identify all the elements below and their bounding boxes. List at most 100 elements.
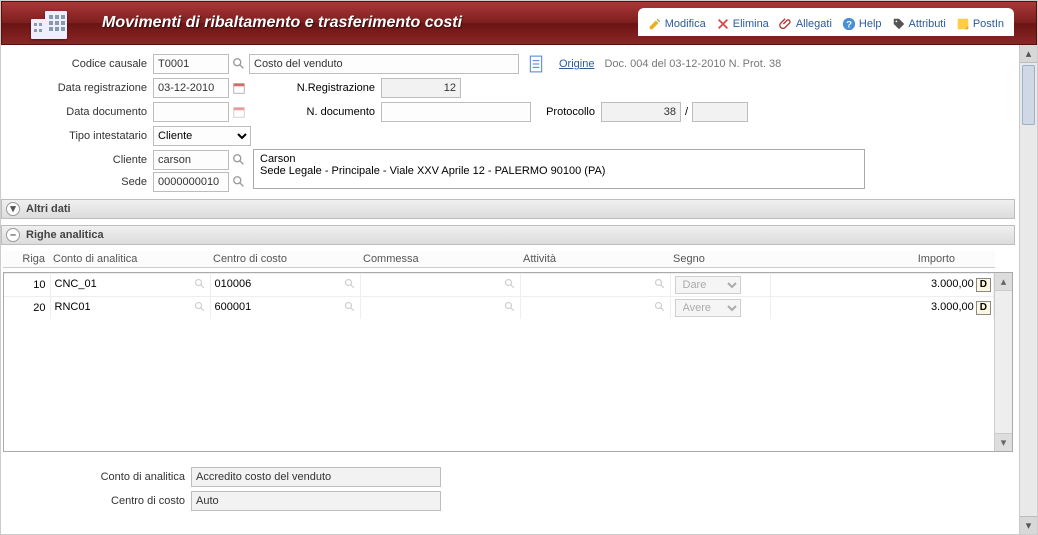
cell-attivita[interactable]: [520, 297, 670, 320]
svg-text:?: ?: [846, 20, 852, 31]
cell-riga: 10: [4, 274, 50, 297]
modifica-button[interactable]: Modifica: [648, 12, 706, 36]
app-logo: [2, 1, 96, 45]
cliente-field[interactable]: [153, 150, 229, 170]
segno-select[interactable]: Dare: [675, 276, 741, 294]
cell-segno[interactable]: Avere: [670, 297, 770, 320]
table-row[interactable]: 10CNC_01010006 Dare 3.000,00D: [4, 274, 994, 297]
col-conto: Conto di analitica: [49, 251, 209, 268]
table-row[interactable]: 20RNC01600001 Avere 3.000,00D: [4, 297, 994, 320]
search-icon[interactable]: [504, 278, 516, 293]
col-riga: Riga: [3, 251, 49, 268]
conto-analitica-label: Conto di analitica: [1, 471, 191, 483]
search-icon[interactable]: [229, 54, 249, 74]
cell-importo: 3.000,00D: [770, 297, 994, 320]
search-icon[interactable]: [344, 301, 356, 316]
protocollo-b: [692, 102, 748, 122]
pencil-icon: [648, 17, 662, 31]
grid-scrollbar[interactable]: ▴ ▾: [994, 273, 1012, 451]
tipo-int-select[interactable]: Cliente: [153, 126, 251, 146]
n-reg-label: N.Registrazione: [249, 82, 381, 94]
data-reg-field[interactable]: [153, 78, 229, 98]
delete-icon: [716, 17, 730, 31]
tipo-int-label: Tipo intestatario: [1, 130, 153, 142]
search-icon[interactable]: [654, 301, 666, 316]
cell-commessa[interactable]: [360, 297, 520, 320]
cell-centro[interactable]: 010006: [210, 274, 360, 297]
col-centro: Centro di costo: [209, 251, 359, 268]
centro-costo-label: Centro di costo: [1, 495, 191, 507]
note-icon: [956, 17, 970, 31]
attachment-icon: [779, 17, 793, 31]
cell-conto[interactable]: CNC_01: [50, 274, 210, 297]
origine-link[interactable]: Origine: [559, 58, 594, 70]
data-doc-field[interactable]: [153, 102, 229, 122]
collapse-icon[interactable]: –: [6, 228, 20, 242]
col-attivita: Attività: [519, 251, 669, 268]
search-icon[interactable]: [654, 278, 666, 293]
col-segno: Segno: [669, 251, 769, 268]
form-area: Codice causale Origine Doc. 004 del 03-1…: [1, 45, 1037, 520]
search-icon[interactable]: [344, 278, 356, 293]
search-icon[interactable]: [229, 172, 249, 192]
page-title: Movimenti di ribaltamento e trasferiment…: [96, 14, 462, 32]
codice-causale-desc[interactable]: [249, 54, 519, 74]
sede-label: Sede: [1, 176, 153, 188]
calendar-icon[interactable]: [229, 78, 249, 98]
toolbar: Modifica Elimina Allegati ?Help Attribut…: [638, 8, 1014, 36]
col-importo: Importo: [769, 251, 995, 268]
page-scrollbar[interactable]: ▴ ▾: [1019, 45, 1037, 534]
flag-d: D: [976, 278, 991, 292]
cell-importo: 3.000,00D: [770, 274, 994, 297]
cell-attivita[interactable]: [520, 274, 670, 297]
expand-icon[interactable]: ▾: [6, 202, 20, 216]
codice-causale-label: Codice causale: [1, 58, 153, 70]
section-altri-dati[interactable]: ▾ Altri dati: [1, 199, 1015, 219]
segno-select[interactable]: Avere: [675, 299, 741, 317]
document-icon[interactable]: [527, 55, 545, 73]
elimina-button[interactable]: Elimina: [716, 12, 769, 36]
cell-centro[interactable]: 600001: [210, 297, 360, 320]
centro-costo-value: [191, 491, 441, 511]
n-doc-field[interactable]: [381, 102, 531, 122]
data-doc-label: Data documento: [1, 106, 153, 118]
data-reg-label: Data registrazione: [1, 82, 153, 94]
n-doc-label: N. documento: [249, 106, 381, 118]
help-button[interactable]: ?Help: [842, 12, 882, 36]
conto-analitica-value: [191, 467, 441, 487]
scroll-up-icon[interactable]: ▴: [1020, 45, 1037, 63]
cell-segno[interactable]: Dare: [670, 274, 770, 297]
postin-button[interactable]: PostIn: [956, 12, 1004, 36]
n-reg-field: [381, 78, 461, 98]
cliente-desc-line2: Sede Legale - Principale - Viale XXV Apr…: [260, 165, 858, 177]
sede-field[interactable]: [153, 172, 229, 192]
section-righe[interactable]: – Righe analitica: [1, 225, 1015, 245]
grid-header-row: Riga Conto di analitica Centro di costo …: [3, 251, 995, 268]
scroll-up-icon[interactable]: ▴: [995, 273, 1012, 291]
flag-d: D: [976, 301, 991, 315]
scrollbar-thumb[interactable]: [1022, 65, 1035, 125]
origine-doc-text: Doc. 004 del 03-12-2010 N. Prot. 38: [604, 58, 781, 70]
scroll-down-icon[interactable]: ▾: [995, 433, 1012, 451]
cell-conto[interactable]: RNC01: [50, 297, 210, 320]
protocollo-a: [601, 102, 681, 122]
cell-riga: 20: [4, 297, 50, 320]
search-icon[interactable]: [194, 278, 206, 293]
calendar-icon[interactable]: [229, 102, 249, 122]
cell-commessa[interactable]: [360, 274, 520, 297]
protocollo-label: Protocollo: [531, 106, 601, 118]
tag-icon: [892, 17, 906, 31]
search-icon[interactable]: [504, 301, 516, 316]
col-commessa: Commessa: [359, 251, 519, 268]
grid-body: 10CNC_01010006Dare3.000,00D20RNC01600001…: [3, 272, 1013, 452]
cliente-address-box: Carson Sede Legale - Principale - Viale …: [253, 149, 865, 189]
scroll-down-icon[interactable]: ▾: [1020, 516, 1037, 534]
search-icon[interactable]: [194, 301, 206, 316]
search-icon[interactable]: [229, 150, 249, 170]
allegati-button[interactable]: Allegati: [779, 12, 832, 36]
header-bar: Movimenti di ribaltamento e trasferiment…: [1, 1, 1037, 45]
attributi-button[interactable]: Attributi: [892, 12, 946, 36]
help-icon: ?: [842, 17, 856, 31]
cliente-label: Cliente: [1, 154, 153, 166]
codice-causale-field[interactable]: [153, 54, 229, 74]
